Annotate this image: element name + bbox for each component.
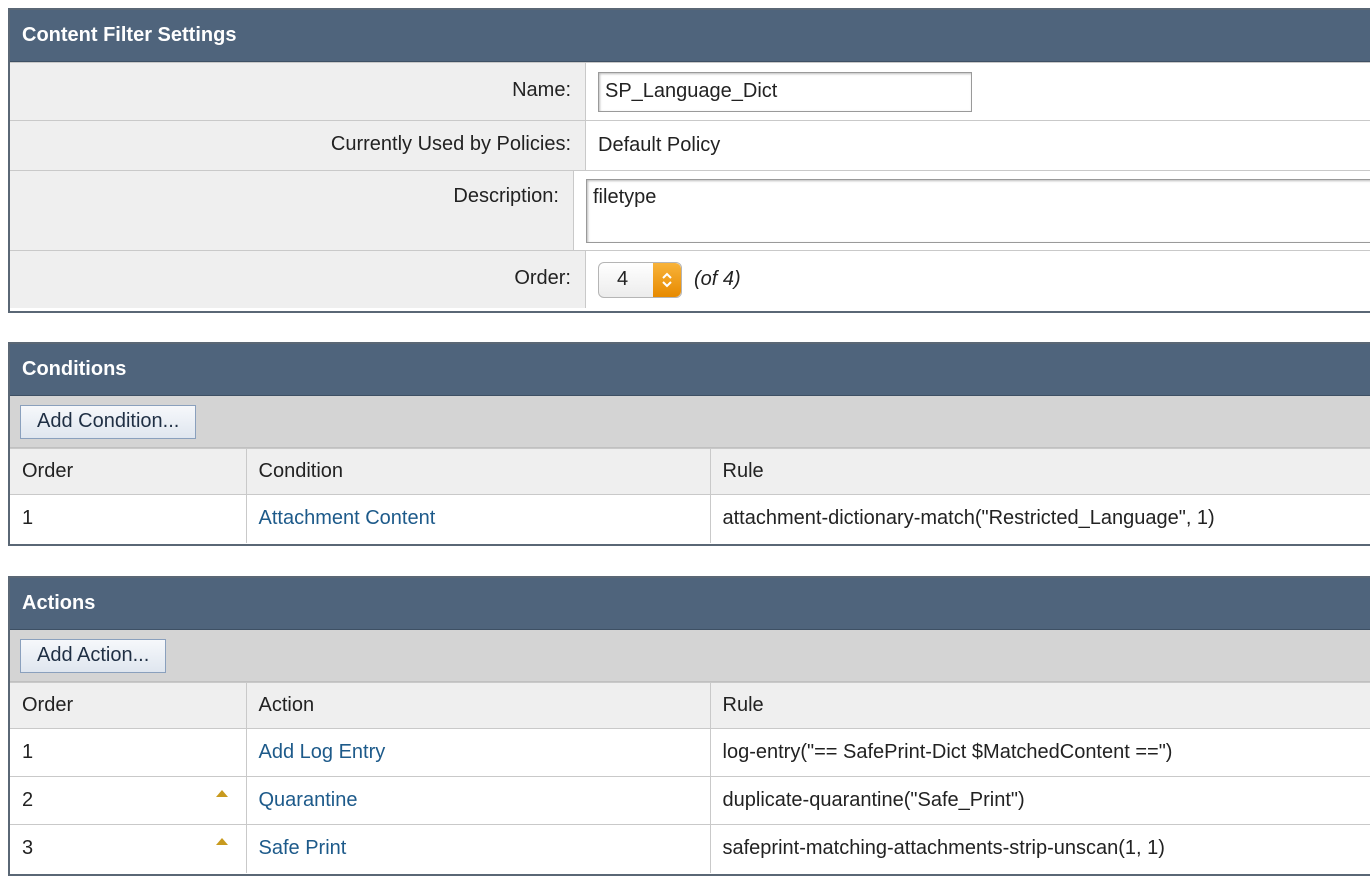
conditions-table: Order Condition Rule 1 Attachment Conten…: [10, 448, 1370, 543]
policies-label: Currently Used by Policies:: [10, 121, 586, 170]
action-link[interactable]: Add Log Entry: [259, 741, 386, 763]
condition-link[interactable]: Attachment Content: [259, 507, 436, 529]
move-up-arrow-icon[interactable]: [215, 790, 228, 797]
action-order: 3: [10, 824, 247, 873]
actions-table: Order Action Rule 1 Add Log Entry log-en…: [10, 682, 1370, 873]
description-row: Description: filetype: [10, 170, 1370, 250]
name-label: Name:: [10, 63, 586, 120]
description-label-text: Description:: [453, 185, 559, 207]
actions-toolbar: Add Action...: [10, 630, 1370, 682]
conditions-header: Conditions: [10, 344, 1370, 396]
actions-panel: Actions Add Action... Order Action Rule …: [8, 576, 1370, 876]
column-header-rule: Rule: [710, 448, 1370, 495]
settings-header: Content Filter Settings: [10, 10, 1370, 62]
action-link[interactable]: Safe Print: [259, 837, 347, 859]
table-header-row: Order Condition Rule: [10, 448, 1370, 495]
action-order-text: 3: [22, 837, 34, 860]
policies-value-cell: Default Policy: [586, 121, 1370, 170]
description-value-cell: filetype: [574, 171, 1370, 250]
action-order: 1: [10, 728, 247, 777]
order-label: Order:: [10, 251, 586, 308]
action-order-text: 2: [22, 789, 34, 811]
table-header-row: Order Action Rule: [10, 682, 1370, 729]
actions-header: Actions: [10, 578, 1370, 630]
action-link[interactable]: Quarantine: [259, 789, 358, 811]
column-header-action: Action: [246, 682, 711, 729]
action-order: 2: [10, 776, 247, 825]
order-select[interactable]: 4: [598, 261, 682, 298]
condition-order: 1: [10, 494, 247, 543]
description-label: Description:: [10, 171, 574, 250]
order-of-text: (of 4): [694, 268, 741, 290]
name-value-cell: SP_Language_Dict: [586, 63, 1370, 120]
conditions-panel: Conditions Add Condition... Order Condit…: [8, 342, 1370, 546]
add-action-button[interactable]: Add Action...: [20, 638, 167, 673]
content-filter-settings-panel: Content Filter Settings Name: SP_Languag…: [8, 8, 1370, 313]
conditions-toolbar: Add Condition...: [10, 396, 1370, 448]
action-rule: log-entry("== SafePrint-Dict $MatchedCon…: [710, 728, 1370, 777]
order-row: Order: 4 (of 4): [10, 250, 1370, 308]
table-row: 1 Add Log Entry log-entry("== SafePrint-…: [10, 728, 1370, 777]
policies-row: Currently Used by Policies: Default Poli…: [10, 120, 1370, 170]
order-label-text: Order:: [514, 267, 571, 289]
table-row: 2 Quarantine duplicate-quarantine("Safe_…: [10, 776, 1370, 825]
table-row: 1 Attachment Content attachment-dictiona…: [10, 494, 1370, 543]
order-value-cell: 4 (of 4): [586, 251, 1370, 308]
policies-label-text: Currently Used by Policies:: [330, 133, 571, 155]
column-header-order: Order: [10, 448, 247, 495]
condition-rule: attachment-dictionary-match("Restricted_…: [710, 494, 1370, 543]
column-header-condition: Condition: [246, 448, 711, 495]
table-row: 3 Safe Print safeprint-matching-attachme…: [10, 824, 1370, 873]
name-row: Name: SP_Language_Dict: [10, 62, 1370, 120]
policies-value: Default Policy: [598, 134, 721, 156]
order-select-value: 4: [617, 268, 629, 290]
name-label-text: Name:: [512, 79, 571, 101]
add-condition-button[interactable]: Add Condition...: [20, 404, 197, 439]
column-header-rule: Rule: [710, 682, 1370, 729]
description-textarea[interactable]: filetype: [586, 178, 1370, 243]
column-header-order: Order: [10, 682, 247, 729]
move-up-arrow-icon[interactable]: [215, 838, 228, 845]
action-rule: safeprint-matching-attachments-strip-uns…: [710, 824, 1370, 873]
updown-chevron-icon: [653, 262, 681, 297]
name-input[interactable]: SP_Language_Dict: [598, 71, 972, 112]
action-rule: duplicate-quarantine("Safe_Print"): [710, 776, 1370, 825]
action-order-text: 1: [22, 741, 34, 763]
